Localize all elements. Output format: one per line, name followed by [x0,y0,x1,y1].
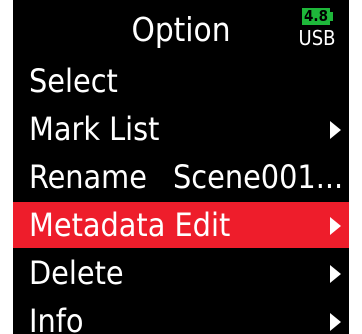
menu-item-mark-list[interactable]: Mark List [13,106,349,152]
menu-item-select[interactable]: Select [13,58,349,104]
menu-item-metadata-edit[interactable]: Metadata Edit [13,202,349,248]
triangle-right-icon [330,121,341,139]
device-screen: Option 4.8 USB Select Mark List Rename S… [13,0,349,334]
menu-item-label: Delete [29,254,124,292]
triangle-right-icon [330,313,341,331]
battery-icon: 4.8 [302,8,330,25]
menu-item-delete[interactable]: Delete [13,250,349,296]
menu-item-label: Mark List [29,110,160,148]
triangle-right-icon [330,265,341,283]
menu-item-label: Rename [29,158,147,196]
menu-item-label: Select [29,62,118,100]
menu-item-rename[interactable]: Rename Scene001... [13,154,349,200]
menu-item-label: Metadata Edit [29,206,231,244]
menu-item-info[interactable]: Info [13,298,349,334]
menu-item-value: Scene001... [173,158,344,196]
header: Option 4.8 USB [13,0,349,58]
battery-tip [330,12,333,21]
triangle-right-icon [330,217,341,235]
option-menu: Select Mark List Rename Scene001... Meta… [13,58,349,334]
power-source-label: USB [298,26,336,50]
menu-item-label: Info [29,302,84,334]
